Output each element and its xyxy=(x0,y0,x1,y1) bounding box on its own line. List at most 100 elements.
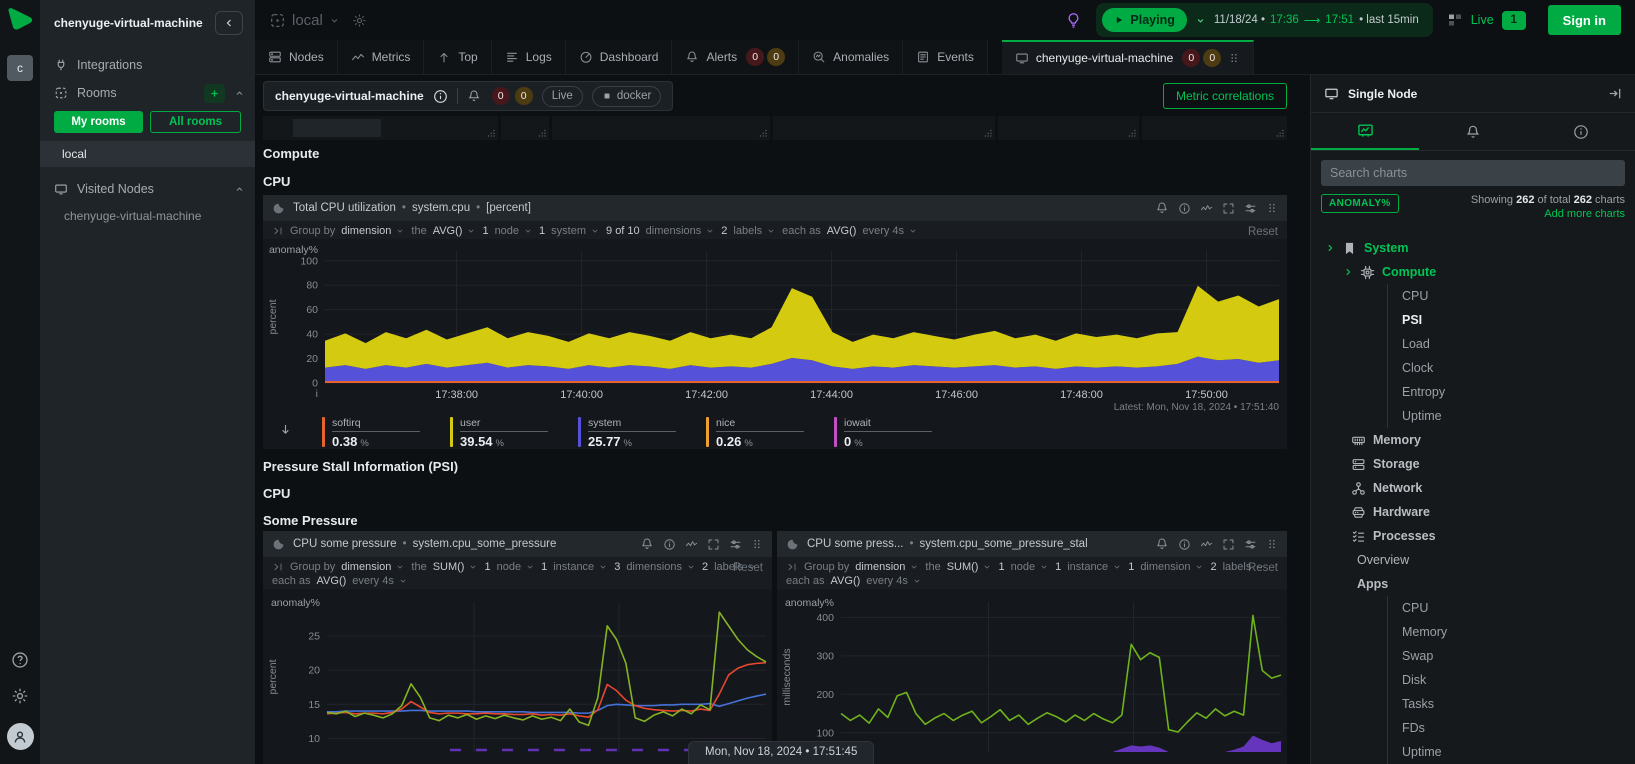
control-segment[interactable]: instance xyxy=(553,561,594,573)
filters-icon[interactable] xyxy=(729,538,742,551)
tree-item-processes[interactable]: Processes xyxy=(1311,524,1635,548)
control-segment[interactable]: Group by xyxy=(290,561,335,573)
reset-button[interactable]: Reset xyxy=(1248,226,1278,238)
chevron-down-icon[interactable] xyxy=(598,562,608,572)
control-segment[interactable]: dimensions xyxy=(626,561,682,573)
control-segment[interactable]: node xyxy=(1011,561,1035,573)
control-segment[interactable]: 1 xyxy=(541,561,547,573)
control-segment[interactable]: dimension xyxy=(341,561,391,573)
search-charts-input[interactable] xyxy=(1321,160,1625,186)
anomalies-icon[interactable] xyxy=(1200,538,1213,551)
control-segment[interactable]: the xyxy=(925,561,940,573)
tab-anomalies[interactable]: Anomalies xyxy=(799,40,903,74)
psi-stall-chart-header[interactable]: CPU some press...• system.cpu_some_press… xyxy=(777,531,1287,557)
tree-item-tasks[interactable]: Tasks xyxy=(1387,692,1635,716)
user-avatar[interactable] xyxy=(7,723,34,750)
add-room-button[interactable] xyxy=(204,84,225,103)
node-info-icon[interactable] xyxy=(433,89,448,104)
space-settings-gear-icon[interactable] xyxy=(352,13,367,28)
tree-item-clock[interactable]: Clock xyxy=(1387,356,1635,380)
psi-percent-chart-plot[interactable]: 25201510anomaly%percent xyxy=(263,589,772,756)
tree-item-entropy[interactable]: Entropy xyxy=(1387,380,1635,404)
tree-item-fds[interactable]: FDs xyxy=(1387,716,1635,740)
tab-logs[interactable]: Logs xyxy=(492,40,566,74)
chevron-down-icon[interactable] xyxy=(398,576,408,586)
add-more-charts-link[interactable]: Add more charts xyxy=(1471,208,1625,220)
legend-item-softirq[interactable]: softirq0.38% xyxy=(322,417,420,449)
chevron-down-icon[interactable] xyxy=(686,562,696,572)
collapsed-chart-cell[interactable] xyxy=(263,116,498,140)
tree-item-network[interactable]: Network xyxy=(1311,476,1635,500)
chevron-right-icon[interactable] xyxy=(1343,267,1353,277)
chevron-down-icon[interactable] xyxy=(466,226,476,236)
control-segment[interactable]: dimension xyxy=(855,561,905,573)
chevron-down-icon[interactable] xyxy=(909,562,919,572)
resize-handle-icon[interactable] xyxy=(757,127,768,138)
reset-button[interactable]: Reset xyxy=(733,562,763,574)
tree-item-uptime[interactable]: Uptime xyxy=(1387,404,1635,428)
tree-item-cpu[interactable]: CPU xyxy=(1387,596,1635,620)
room-item-local[interactable]: local xyxy=(40,141,255,167)
all-rooms-button[interactable]: All rooms xyxy=(150,111,241,133)
tab-charts[interactable] xyxy=(1311,113,1419,150)
netdata-logo[interactable] xyxy=(5,5,35,35)
live-node-count-badge[interactable]: 1 xyxy=(1502,11,1526,30)
cpu-chart-plot[interactable]: 100806040200anomaly%ipercent17:38:0017:4… xyxy=(263,239,1287,403)
control-segment[interactable]: 1 xyxy=(484,561,490,573)
node-docker-pill[interactable]: docker xyxy=(592,86,662,107)
legend-item-user[interactable]: user39.54% xyxy=(450,417,548,449)
control-segment[interactable]: 1 xyxy=(539,225,545,237)
control-segment[interactable]: every 4s xyxy=(352,575,394,587)
control-segment[interactable]: each as xyxy=(786,575,825,587)
tab-top[interactable]: Top xyxy=(424,40,491,74)
date-range-picker[interactable]: Playing 11/18/24 • 17:36 ⟶ 17:51 • last … xyxy=(1096,3,1432,37)
tree-item-overview[interactable]: Overview xyxy=(1311,548,1635,572)
tree-item-memory[interactable]: Memory xyxy=(1387,620,1635,644)
tab-info[interactable] xyxy=(1527,113,1635,150)
tab-events[interactable]: Events xyxy=(903,40,988,74)
control-segment[interactable]: 9 of 10 xyxy=(606,225,640,237)
settings-gear-icon[interactable] xyxy=(11,687,29,705)
collapsed-chart-cell[interactable] xyxy=(552,116,770,140)
my-rooms-button[interactable]: My rooms xyxy=(54,111,143,133)
control-segment[interactable]: labels xyxy=(733,225,762,237)
psi-stall-chart-plot[interactable]: 400300200100anomaly%milliseconds xyxy=(777,589,1287,756)
rooms-collapse-chevron-icon[interactable] xyxy=(234,88,245,99)
space-selector[interactable]: local xyxy=(269,12,340,29)
info-icon[interactable] xyxy=(663,538,676,551)
control-segment[interactable]: 1 xyxy=(998,561,1004,573)
visited-nodes-header[interactable]: Visited Nodes xyxy=(40,175,255,203)
alert-icon[interactable] xyxy=(640,537,654,551)
control-segment[interactable]: SUM() xyxy=(947,561,979,573)
control-segment[interactable]: dimensions xyxy=(646,225,702,237)
cpu-chart-header[interactable]: Total CPU utilization• system.cpu• [perc… xyxy=(263,195,1287,221)
collapsed-chart-cell[interactable] xyxy=(998,116,1139,140)
node-alerts-bell-icon[interactable] xyxy=(467,89,481,103)
cpu-chart-controls[interactable]: Group bydimensiontheAVG()1node1system9 o… xyxy=(263,221,1287,239)
anomalies-icon[interactable] xyxy=(685,538,698,551)
sidebar-collapse-button[interactable] xyxy=(215,11,243,35)
tab-metrics[interactable]: Metrics xyxy=(338,40,425,74)
resize-handle-icon[interactable] xyxy=(1274,127,1285,138)
tree-item-system[interactable]: System xyxy=(1311,236,1635,260)
chevron-down-icon[interactable] xyxy=(705,226,715,236)
chevron-down-icon[interactable] xyxy=(912,576,922,586)
control-segment[interactable]: AVG() xyxy=(317,575,347,587)
tree-item-hardware[interactable]: Hardware xyxy=(1311,500,1635,524)
chevron-down-icon[interactable] xyxy=(908,226,918,236)
sign-in-button[interactable]: Sign in xyxy=(1548,5,1621,35)
tree-item-cpu[interactable]: CPU xyxy=(1387,284,1635,308)
control-segment[interactable]: every 4s xyxy=(866,575,908,587)
control-segment[interactable]: 1 xyxy=(1055,561,1061,573)
anomaly-filter-badge[interactable]: ANOMALY% xyxy=(1321,194,1399,213)
tree-item-uptime[interactable]: Uptime xyxy=(1387,740,1635,764)
control-segment[interactable]: node xyxy=(495,225,519,237)
chevron-down-icon[interactable] xyxy=(766,226,776,236)
collapsed-chart-cell[interactable] xyxy=(501,116,549,140)
control-segment[interactable]: 3 xyxy=(614,561,620,573)
psi-percent-chart-header[interactable]: CPU some pressure• system.cpu_some_press… xyxy=(263,531,772,557)
tree-item-compute[interactable]: Compute xyxy=(1311,260,1635,284)
control-segment[interactable]: each as xyxy=(782,225,821,237)
control-segment[interactable]: dimension xyxy=(1140,561,1190,573)
tree-item-psi[interactable]: PSI xyxy=(1387,308,1635,332)
